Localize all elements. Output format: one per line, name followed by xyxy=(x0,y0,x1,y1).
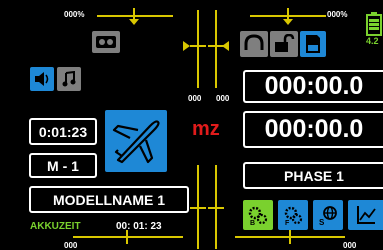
timer-top-display[interactable]: 000:00.0 xyxy=(243,70,383,103)
phase-display[interactable]: PHASE 1 xyxy=(243,162,383,189)
battery-time-value: 00: 01: 23 xyxy=(116,221,162,232)
trim-top-left-value: 000% xyxy=(64,10,85,19)
trim-mid-left-b: 000 xyxy=(216,94,230,103)
trim-top-left-bar[interactable] xyxy=(97,15,173,17)
stopwatch-display[interactable]: 0:01:23 xyxy=(29,118,97,145)
speaker-icon[interactable] xyxy=(30,67,54,91)
gear-f-icon[interactable]: F xyxy=(278,200,308,230)
trim-vertical-right-pointer xyxy=(222,41,229,51)
trim-top-right-value: 000% xyxy=(327,10,348,19)
headphones-icon[interactable] xyxy=(240,31,268,57)
gears-icon[interactable]: B xyxy=(243,200,273,230)
battery-voltage: 4.2 xyxy=(366,36,379,46)
svg-text:S: S xyxy=(319,218,325,226)
timer-mid-display[interactable]: 000:00.0 xyxy=(243,111,383,148)
airplane-icon[interactable] xyxy=(105,110,167,172)
battery-time-label: AKKUZEIT xyxy=(30,221,81,232)
trim-bottom-left-marker xyxy=(126,230,128,244)
brand-logo: mz xyxy=(192,118,220,140)
trim-vertical-left-marker xyxy=(190,45,206,47)
unlock-icon[interactable] xyxy=(270,31,298,57)
trim-vertical-left-top[interactable] xyxy=(197,10,199,88)
trim-bottom-right-marker xyxy=(289,230,291,244)
svg-text:F: F xyxy=(285,220,290,226)
sensor-globe-icon[interactable]: S xyxy=(313,200,343,230)
model-name-display[interactable]: MODELLNAME 1 xyxy=(29,186,189,213)
model-memory-display[interactable]: M - 1 xyxy=(29,153,97,178)
sd-card-icon[interactable] xyxy=(300,31,326,57)
telemetry-chart-icon[interactable] xyxy=(348,200,383,230)
trim-vertical-left-pointer xyxy=(183,41,190,51)
cassette-icon[interactable] xyxy=(92,31,120,53)
music-note-icon[interactable] xyxy=(57,67,81,91)
svg-text:B: B xyxy=(250,220,255,226)
trim-mid-left-a: 000 xyxy=(188,94,202,103)
trim-top-left-pointer xyxy=(129,19,139,25)
trim-vertical-right-top[interactable] xyxy=(215,10,217,88)
trim-top-right-pointer xyxy=(283,19,293,25)
trim-vertical-left-bottom-marker xyxy=(190,207,206,209)
trim-vertical-right-bottom-marker xyxy=(208,207,224,209)
trim-bottom-left-bar[interactable] xyxy=(73,236,183,238)
